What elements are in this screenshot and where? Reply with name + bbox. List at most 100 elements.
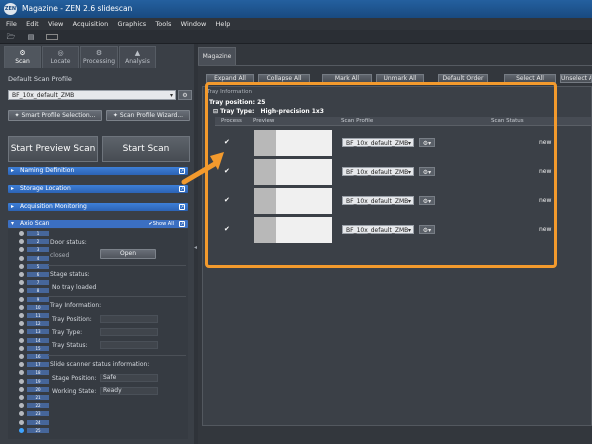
scan-profile-dropdown[interactable]: BF_10x_default_ZMB ▾ [8, 90, 176, 100]
section-storage-location[interactable]: ▸ Storage Location ↗ [8, 185, 188, 193]
slot-indicator-icon [19, 296, 24, 302]
save-icon[interactable]: ▤ [26, 33, 36, 41]
tray-status-label: Tray Status: [52, 342, 88, 349]
slot-number: 17 [27, 362, 49, 368]
slot-indicator-icon [19, 321, 24, 327]
slot-indicator-icon [19, 272, 24, 277]
slot-number: 8 [27, 288, 49, 294]
tab-magazine[interactable]: Magazine [198, 47, 236, 65]
menu-bar: File Edit View Acquisition Graphics Tool… [0, 18, 592, 30]
windows-icon[interactable] [46, 34, 58, 40]
slot-number: 2 [27, 239, 49, 245]
slot-indicator-icon [19, 247, 24, 253]
section-axio-scan[interactable]: ▾ Axio Scan ✔Show All ↗ [8, 220, 188, 228]
slot-indicator-icon [19, 395, 24, 400]
slot-item[interactable]: 6 [19, 272, 49, 277]
scan-profile-wizard-button[interactable]: ✦ Scan Profile Wizard... [106, 110, 190, 121]
zen-logo: ZEN [4, 3, 17, 15]
slot-item[interactable]: 14 [19, 337, 49, 343]
slot-item[interactable]: 2 [19, 239, 49, 245]
start-scan-button[interactable]: Start Scan [102, 136, 190, 162]
chevron-right-icon: ▸ [11, 203, 15, 210]
slot-indicator-icon [19, 370, 24, 376]
slot-indicator-icon [19, 411, 24, 417]
unselect-all-button[interactable]: Unselect A [560, 74, 592, 83]
slot-item[interactable]: 3 [19, 247, 49, 253]
slot-item[interactable]: 15 [19, 345, 49, 351]
slot-item[interactable]: 20 [19, 386, 49, 392]
slot-item[interactable]: 16 [19, 354, 49, 359]
menu-acquisition[interactable]: Acquisition [73, 18, 109, 30]
menu-tools[interactable]: Tools [155, 18, 171, 30]
slot-item[interactable]: 5 [19, 263, 49, 269]
door-status-label: Door status: [50, 239, 87, 246]
start-preview-scan-button[interactable]: Start Preview Scan [8, 136, 98, 162]
slot-item[interactable]: 18 [19, 370, 49, 376]
slot-item[interactable]: 10 [19, 304, 49, 310]
slot-item[interactable]: 23 [19, 411, 49, 417]
menu-graphics[interactable]: Graphics [117, 18, 146, 30]
tray-position-label: Tray Position: [52, 316, 92, 323]
slot-item[interactable]: 8 [19, 288, 49, 294]
slot-number: 23 [27, 411, 49, 417]
slot-item[interactable]: 7 [19, 280, 49, 286]
slot-indicator-icon [19, 345, 24, 351]
open-door-button[interactable]: Open [100, 249, 156, 259]
default-scan-profile-label: Default Scan Profile [8, 75, 72, 83]
slot-item[interactable]: 12 [19, 321, 49, 327]
slot-item[interactable]: 11 [19, 313, 49, 318]
tab-locate[interactable]: ◎ Locate [42, 46, 79, 68]
slot-number: 25 [27, 427, 49, 433]
folder-icon[interactable]: 🗁 [6, 33, 16, 41]
section-naming-definition[interactable]: ▸ Naming Definition ↗ [8, 167, 188, 175]
menu-file[interactable]: File [6, 18, 17, 30]
slot-indicator-icon [19, 427, 24, 433]
slot-item[interactable]: 22 [19, 403, 49, 409]
slot-indicator-icon [19, 263, 24, 269]
chevron-down-icon: ▾ [169, 92, 173, 99]
menu-help[interactable]: Help [216, 18, 231, 30]
slot-number: 22 [27, 403, 49, 409]
highlight-box [205, 82, 557, 268]
toolbar: 🗁 ▤ [0, 30, 592, 44]
slot-number: 19 [27, 378, 49, 384]
profile-options-button[interactable]: ⚙ [178, 90, 192, 100]
menu-edit[interactable]: Edit [26, 18, 39, 30]
slot-indicator-icon [19, 354, 24, 359]
slot-number: 21 [27, 395, 49, 400]
slot-number: 7 [27, 280, 49, 286]
slot-item[interactable]: 17 [19, 362, 49, 368]
slot-item[interactable]: 24 [19, 419, 49, 425]
slot-item[interactable]: 4 [19, 255, 49, 261]
scan-icon: ⚙ [19, 49, 26, 57]
slot-indicator-icon [19, 386, 24, 392]
slot-item[interactable]: 9 [19, 296, 49, 302]
divider [48, 296, 186, 297]
tab-processing[interactable]: ⚙ Processing [80, 46, 118, 68]
scanner-status-info-label: Slide scanner status information: [50, 361, 150, 368]
door-status-value: closed [50, 252, 70, 259]
external-link-icon[interactable]: ↗ [179, 221, 185, 227]
tab-scan[interactable]: ⚙ Scan [4, 46, 41, 68]
slot-indicator-icon [19, 362, 24, 368]
divider [48, 355, 186, 356]
tray-status-field [100, 341, 158, 349]
slot-item[interactable]: 21 [19, 395, 49, 400]
slot-item[interactable]: 1 [19, 231, 49, 236]
smart-profile-selection-button[interactable]: ✦ Smart Profile Selection... [8, 110, 102, 121]
locate-icon: ◎ [57, 49, 64, 57]
external-link-icon[interactable]: ↗ [179, 204, 185, 210]
divider [48, 265, 186, 266]
show-all-toggle[interactable]: ✔Show All [149, 220, 174, 228]
tab-analysis[interactable]: ▲ Analysis [119, 46, 156, 68]
slot-item[interactable]: 25 [19, 427, 49, 433]
axio-scan-body: 1 2 3 4 5 6 7 8 9 10 11 12 13 14 15 16 17 18 19 20 21 22 23 24 2… [8, 229, 188, 439]
menu-window[interactable]: Window [181, 18, 207, 30]
menu-view[interactable]: View [48, 18, 63, 30]
slot-item[interactable]: 19 [19, 378, 49, 384]
section-acquisition-monitoring[interactable]: ▸ Acquisition Monitoring ↗ [8, 203, 188, 211]
working-state-value: Ready [100, 387, 158, 395]
slot-item[interactable]: 13 [19, 329, 49, 335]
slot-number: 15 [27, 345, 49, 351]
left-tool-panel: ⚙ Scan ◎ Locate ⚙ Processing ▲ Analysis … [0, 44, 194, 444]
